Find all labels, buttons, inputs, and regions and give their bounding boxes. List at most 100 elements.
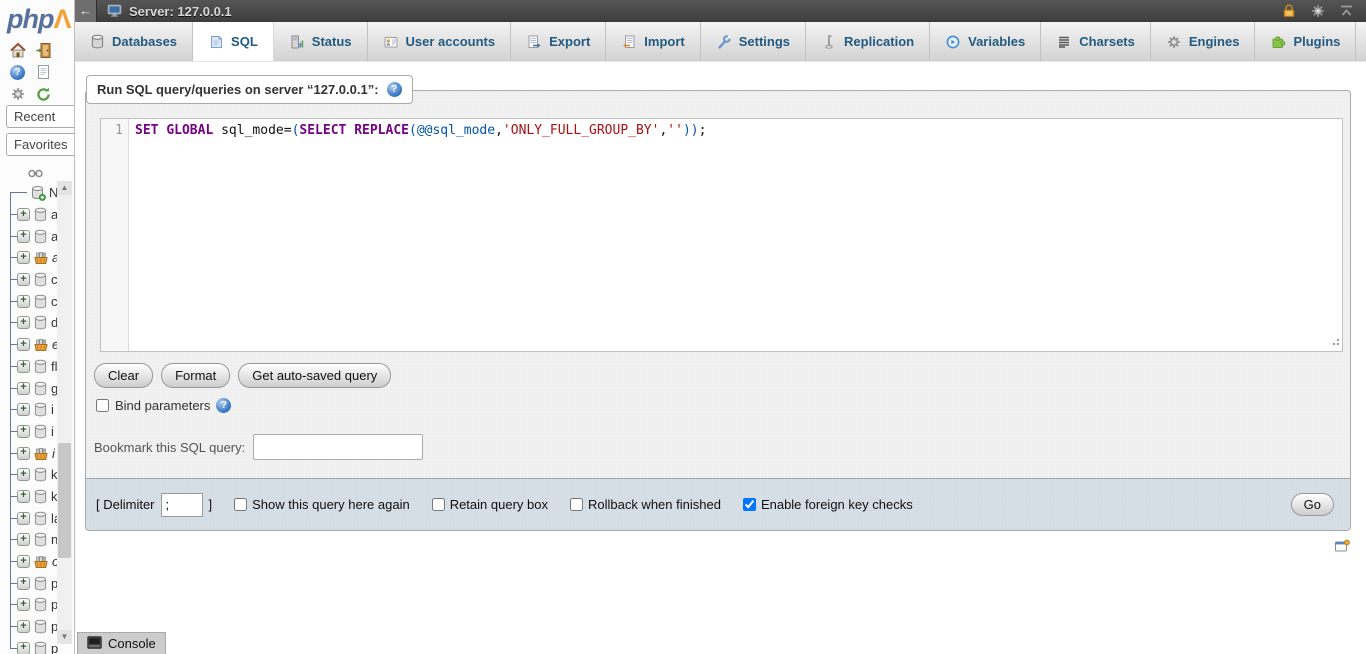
console-label: Console [108, 636, 156, 651]
expand-plus-icon[interactable] [17, 425, 30, 438]
new-window-icon[interactable] [1334, 538, 1350, 557]
tab-variables[interactable]: Variables [930, 22, 1041, 61]
database-icon [33, 294, 48, 309]
retain-query-box-checkbox[interactable] [432, 498, 445, 511]
collapse-top-icon[interactable] [1339, 4, 1354, 18]
tab-export[interactable]: Export [511, 22, 606, 61]
expand-plus-icon[interactable] [17, 208, 30, 221]
help-icon[interactable] [8, 63, 27, 81]
tab-plugins[interactable]: Plugins [1255, 22, 1356, 61]
bind-parameters-help-icon[interactable] [216, 398, 231, 413]
tab-import[interactable]: Import [606, 22, 700, 61]
database-icon [33, 315, 48, 330]
rollback-checkbox[interactable] [570, 498, 583, 511]
sidebar-scrollbar[interactable]: ▲ ▼ [57, 181, 72, 644]
resize-handle-icon[interactable] [1330, 334, 1340, 349]
bookmark-input[interactable] [253, 434, 423, 460]
export-icon [526, 34, 542, 50]
scroll-up-arrow[interactable]: ▲ [57, 181, 72, 195]
recent-tables-select[interactable]: Recent [6, 105, 75, 128]
database-icon [33, 207, 48, 222]
tree-item-label[interactable]: i [51, 424, 54, 439]
expand-plus-icon[interactable] [17, 360, 30, 373]
get-auto-saved-query-button[interactable]: Get auto-saved query [238, 363, 391, 388]
settings-gear-icon[interactable] [8, 85, 27, 103]
format-button[interactable]: Format [161, 363, 230, 388]
database-icon [33, 641, 48, 654]
tab-settings[interactable]: Settings [701, 22, 806, 61]
tab-status[interactable]: Status [274, 22, 368, 61]
database-icon [33, 229, 48, 244]
refresh-icon[interactable] [34, 85, 53, 103]
expand-plus-icon[interactable] [17, 295, 30, 308]
tree-item-label[interactable]: i [52, 446, 55, 461]
expand-plus-icon[interactable] [17, 577, 30, 590]
expand-plus-icon[interactable] [17, 533, 30, 546]
documentation-icon[interactable] [34, 63, 53, 81]
tree-item-label[interactable]: i [51, 402, 54, 417]
server-breadcrumb: Server: 127.0.0.1 [129, 4, 232, 19]
bind-parameters-checkbox[interactable] [96, 399, 109, 412]
user-accounts-icon [383, 34, 399, 50]
expand-plus-icon[interactable] [17, 230, 30, 243]
expand-plus-icon[interactable] [17, 403, 30, 416]
home-icon[interactable] [8, 41, 27, 59]
expand-plus-icon[interactable] [17, 251, 30, 264]
sql-code-line[interactable]: SET GLOBAL sql_mode=(SELECT REPLACE(@@sq… [129, 119, 1342, 351]
expand-plus-icon[interactable] [17, 447, 30, 460]
show-query-again-option[interactable]: Show this query here again [234, 497, 410, 512]
scroll-down-arrow[interactable]: ▼ [57, 630, 72, 644]
tab-engines[interactable]: Engines [1151, 22, 1256, 61]
system-database-basket-icon [33, 446, 49, 461]
system-database-basket-icon [33, 554, 49, 569]
database-icon [33, 424, 48, 439]
variables-icon [945, 34, 961, 50]
server-topbar: ← Server: 127.0.0.1 [75, 0, 1366, 22]
main-content: Run SQL query/queries on server “127.0.0… [75, 62, 1366, 654]
favorites-select[interactable]: Favorites [6, 133, 75, 156]
fieldset-legend: Run SQL query/queries on server “127.0.0… [86, 75, 413, 104]
lock-icon[interactable] [1281, 3, 1297, 19]
show-query-again-checkbox[interactable] [234, 498, 247, 511]
tab-sql[interactable]: SQL [193, 22, 274, 61]
line-number-gutter: 1 [101, 119, 129, 351]
foreign-key-checks-checkbox[interactable] [743, 498, 756, 511]
phpmyadmin-logo[interactable]: phpΛ [7, 4, 71, 35]
console-toggle[interactable]: Console [77, 632, 166, 654]
sql-editor[interactable]: 1 SET GLOBAL sql_mode=(SELECT REPLACE(@@… [100, 118, 1343, 352]
bind-parameters-label[interactable]: Bind parameters [115, 398, 210, 413]
database-icon [33, 489, 48, 504]
expand-plus-icon[interactable] [17, 468, 30, 481]
sql-help-icon[interactable] [387, 82, 402, 97]
expand-plus-icon[interactable] [17, 316, 30, 329]
tab-charsets[interactable]: Charsets [1041, 22, 1151, 61]
charsets-icon [1056, 34, 1072, 50]
expand-plus-icon[interactable] [17, 598, 30, 611]
expand-plus-icon[interactable] [17, 338, 30, 351]
expand-plus-icon[interactable] [17, 642, 30, 654]
expand-plus-icon[interactable] [17, 382, 30, 395]
expand-plus-icon[interactable] [17, 273, 30, 286]
expand-plus-icon[interactable] [17, 490, 30, 503]
database-icon [33, 597, 48, 612]
engines-icon [1166, 34, 1182, 50]
scrollbar-thumb[interactable] [58, 443, 71, 558]
link-chain-icon[interactable] [27, 166, 44, 181]
retain-query-box-option[interactable]: Retain query box [432, 497, 548, 512]
expand-plus-icon[interactable] [17, 512, 30, 525]
go-button[interactable]: Go [1291, 493, 1334, 516]
sidebar-collapse-button[interactable]: ← [75, 0, 97, 22]
page-settings-gear-icon[interactable] [1310, 3, 1326, 19]
tab-databases[interactable]: Databases [75, 22, 193, 61]
rollback-when-finished-option[interactable]: Rollback when finished [570, 497, 721, 512]
tab-replication[interactable]: Replication [806, 22, 930, 61]
database-icon [33, 619, 48, 634]
logout-door-icon[interactable] [34, 41, 53, 59]
enable-foreign-key-checks-option[interactable]: Enable foreign key checks [743, 497, 913, 512]
system-database-basket-icon [33, 250, 49, 265]
expand-plus-icon[interactable] [17, 620, 30, 633]
tab-user-accounts[interactable]: User accounts [368, 22, 512, 61]
delimiter-input[interactable] [161, 493, 203, 517]
expand-plus-icon[interactable] [17, 555, 30, 568]
clear-button[interactable]: Clear [94, 363, 153, 388]
